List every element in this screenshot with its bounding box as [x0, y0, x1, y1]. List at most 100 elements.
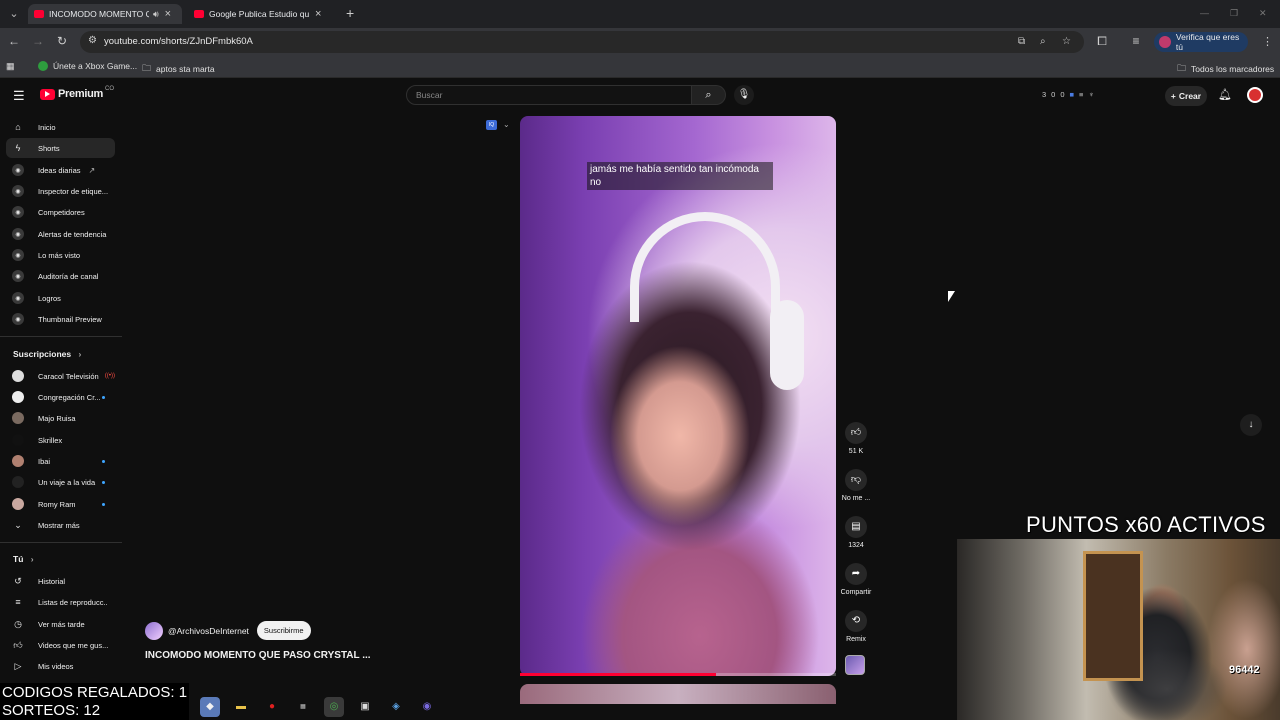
- notifications-bell-icon[interactable]: 🔔︎: [1218, 88, 1232, 101]
- all-bookmarks[interactable]: 🗀︎ Todos los marcadores: [1177, 61, 1274, 77]
- account-avatar[interactable]: [1247, 87, 1263, 103]
- sidebar-item-lo-mas-visto[interactable]: ◉ Lo más visto: [6, 245, 115, 265]
- sidebar-item-competidores[interactable]: ◉ Competidores: [6, 202, 115, 222]
- search-icon[interactable]: ⌕: [692, 85, 726, 105]
- apps-grid-icon[interactable]: ▦: [6, 61, 20, 72]
- file-explorer-icon[interactable]: ▬: [231, 697, 251, 717]
- sidebar-sub-caracol[interactable]: Caracol Televisión ((•)): [6, 366, 115, 386]
- steam-icon[interactable]: ◈: [386, 697, 406, 717]
- stat-value: 3: [1042, 90, 1047, 99]
- minimize-icon[interactable]: —: [1200, 8, 1209, 18]
- sidebar-item-ideas-diarias[interactable]: ◉ Ideas diarias ↗: [6, 160, 115, 180]
- url-omnibox[interactable]: ⚙︎ youtube.com/shorts/ZJnDFmbk60A ⧉ ⌕ ☆: [80, 31, 1084, 53]
- subscribe-button[interactable]: Suscribirme: [256, 621, 311, 640]
- browser-menu-icon[interactable]: ⋮: [1262, 35, 1273, 48]
- tab-search-icon[interactable]: ⌄: [6, 6, 22, 22]
- media-app-icon[interactable]: ▣: [355, 697, 375, 717]
- game-app-icon[interactable]: ◆: [200, 697, 220, 717]
- short-title[interactable]: INCOMODO MOMENTO QUE PASO CRYSTAL ...: [145, 650, 371, 661]
- next-short-arrow-icon[interactable]: ↓: [1240, 414, 1262, 436]
- bookmark-xbox[interactable]: Únete a Xbox Game...: [38, 61, 137, 71]
- sidebar-item-thumbnail-preview[interactable]: ◉ Thumbnail Preview: [6, 309, 115, 329]
- browser-tab[interactable]: Google Publica Estudio que Podría ×: [188, 4, 342, 24]
- video-progress-bar[interactable]: [520, 673, 836, 676]
- sidebar-item-historial[interactable]: ↺ Historial: [6, 571, 115, 591]
- thumbs-up-icon: 👍︎: [845, 422, 867, 444]
- url-text[interactable]: youtube.com/shorts/ZJnDFmbk60A: [104, 36, 253, 47]
- guide-menu-icon[interactable]: ☰: [13, 88, 25, 104]
- cast-icon[interactable]: ⧉: [1018, 36, 1025, 47]
- sidebar-sub-skrillex[interactable]: Skrillex: [6, 430, 115, 450]
- new-content-dot: [102, 503, 105, 506]
- microphone-icon[interactable]: 🎙︎: [734, 85, 754, 105]
- close-window-icon[interactable]: ✕: [1259, 8, 1267, 19]
- close-tab-icon[interactable]: ×: [165, 8, 171, 20]
- comments-button[interactable]: ▤ 1324: [838, 516, 874, 549]
- sidebar-item-liked[interactable]: 👍︎ Videos que me gus...: [6, 635, 115, 655]
- sidebar-item-label: Listas de reproducc...: [38, 597, 108, 607]
- maximize-icon[interactable]: ❐: [1230, 8, 1238, 19]
- opera-icon[interactable]: ●: [262, 697, 282, 717]
- extension-tool-icon: ◉: [12, 185, 24, 197]
- forward-icon[interactable]: →: [30, 34, 46, 48]
- sidebar-show-more[interactable]: ⌄ Mostrar más: [6, 515, 115, 535]
- sidebar-item-alertas[interactable]: ◉ Alertas de tendencia: [6, 224, 115, 244]
- zoom-icon[interactable]: ⌕: [1040, 36, 1046, 47]
- next-short-preview[interactable]: [520, 684, 836, 704]
- sidebar-item-logros[interactable]: ◉ Logros: [6, 288, 115, 308]
- sidebar-sub-romy[interactable]: Romy Ram: [6, 494, 115, 514]
- app-launcher-icon[interactable]: ▦: [293, 697, 313, 717]
- share-button[interactable]: ➦ Compartir: [838, 563, 874, 596]
- sidebar-item-label: Lo más visto: [38, 250, 81, 260]
- short-video-player[interactable]: [520, 116, 836, 676]
- channel-avatar[interactable]: [145, 621, 163, 640]
- you-heading[interactable]: Tú ›: [13, 554, 34, 564]
- channel-handle[interactable]: @ArchivosDeInternet: [168, 626, 249, 636]
- close-tab-icon[interactable]: ×: [315, 8, 321, 20]
- sidebar-item-watch-later[interactable]: ◷ Ver más tarde: [6, 614, 115, 634]
- browser-tab-active[interactable]: INCOMODO MOMENTO QUE PASO CRYSTAL 🔊︎ ×: [28, 4, 182, 24]
- sidebar-item-my-videos[interactable]: ▷ Mis videos: [6, 656, 115, 676]
- sidebar-item-auditoria[interactable]: ◉ Auditoría de canal: [6, 266, 115, 286]
- dislike-button[interactable]: 👎︎ No me ...: [838, 469, 874, 502]
- sidebar-sub-un-viaje[interactable]: Un viaje a la vida: [6, 472, 115, 492]
- extension-stats[interactable]: 3 0 0 ■ ≡ ♆: [1042, 90, 1094, 99]
- sidebar-item-inicio[interactable]: ⌂ Inicio: [6, 117, 115, 137]
- new-content-dot: [102, 396, 105, 399]
- sidebar-item-shorts[interactable]: ϟ Shorts: [6, 138, 115, 158]
- sidebar-sub-ibai[interactable]: Ibai: [6, 451, 115, 471]
- sidebar-item-inspector[interactable]: ◉ Inspector de etique...: [6, 181, 115, 201]
- channel-avatar: [12, 455, 24, 467]
- chrome-icon[interactable]: ◎: [324, 697, 344, 717]
- sidebar-item-label: Majo Ruisa: [38, 413, 76, 423]
- profile-verify-chip[interactable]: Verifica que eres tú: [1154, 32, 1248, 52]
- youtube-premium-logo[interactable]: Premium CO: [40, 86, 114, 100]
- sidebar-item-label: Caracol Televisión: [38, 371, 99, 381]
- bookmark-folder[interactable]: 🗀︎ aptos sta marta: [142, 61, 215, 77]
- like-button[interactable]: 👍︎ 51 K: [838, 422, 874, 455]
- remix-button[interactable]: ⟲ Remix: [838, 610, 874, 643]
- sidebar-sub-congregacion[interactable]: Congregación Cr...: [6, 387, 115, 407]
- chevron-down-icon[interactable]: ⌄: [503, 120, 510, 129]
- subscriptions-heading[interactable]: Suscripciones ›: [13, 349, 81, 359]
- speaker-icon[interactable]: 🔊︎: [153, 9, 159, 20]
- site-info-icon[interactable]: ⚙︎: [88, 35, 97, 46]
- sidebar-sub-majo[interactable]: Majo Ruisa: [6, 408, 115, 428]
- create-button[interactable]: + Crear: [1165, 86, 1207, 106]
- search-input[interactable]: Buscar: [406, 85, 692, 105]
- new-tab-icon[interactable]: +: [346, 5, 354, 21]
- bookmark-star-icon[interactable]: ☆: [1062, 36, 1071, 47]
- reload-icon[interactable]: ↻: [54, 34, 70, 48]
- chevron-right-icon: ›: [78, 349, 82, 359]
- trophy-icon[interactable]: ♆: [1088, 90, 1094, 99]
- back-icon[interactable]: ←: [6, 34, 22, 48]
- extensions-icon[interactable]: ⧠: [1094, 34, 1110, 49]
- list-icon[interactable]: ≡: [1079, 90, 1083, 99]
- sidebar-item-playlists[interactable]: ≡ Listas de reproducc...: [6, 592, 115, 612]
- extension-badge-icon[interactable]: IQ: [486, 120, 497, 130]
- audio-source-thumbnail[interactable]: [845, 655, 865, 675]
- logo-text: Premium: [58, 88, 103, 100]
- discord-icon[interactable]: ◉: [417, 697, 437, 717]
- reading-list-icon[interactable]: ≡: [1128, 34, 1144, 48]
- extension-icon[interactable]: ■: [1070, 90, 1075, 99]
